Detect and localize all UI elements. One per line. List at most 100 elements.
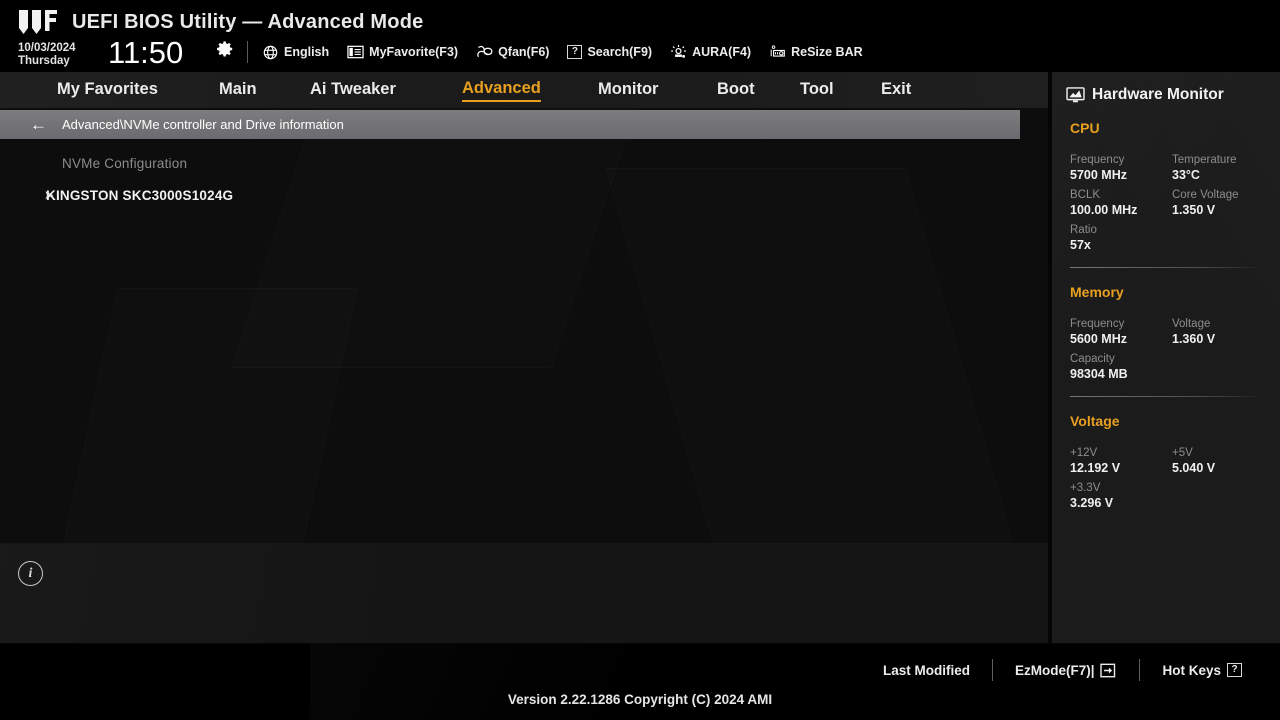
monitor-icon [1066, 87, 1085, 103]
cpu-bclk-value: 100.00 MHz [1070, 203, 1138, 217]
language-button[interactable]: English [262, 44, 329, 60]
cpu-spacer-key [1172, 217, 1266, 236]
aura-light-icon [670, 44, 687, 60]
mem-frequency-key: Frequency [1070, 318, 1125, 330]
mem-spacer-key [1172, 346, 1266, 365]
memory-readouts: Frequency Voltage 5600 MHz 1.360 V Capac… [1070, 311, 1266, 381]
footer-bar: Last Modified EzMode(F7)| Hot Keys ? [0, 644, 1280, 720]
v12-value: 12.192 V [1070, 461, 1121, 475]
cpu-ratio-key: Ratio [1070, 224, 1097, 236]
exit-arrow-icon [1100, 663, 1117, 678]
myfavorite-label: MyFavorite(F3) [369, 45, 459, 59]
last-modified-button[interactable]: Last Modified [861, 663, 992, 678]
section-memory-title: Memory [1070, 284, 1124, 300]
v-spacer-value [1172, 494, 1266, 510]
tab-my-favorites[interactable]: My Favorites [57, 80, 158, 101]
footer-actions: Last Modified EzMode(F7)| Hot Keys ? [861, 659, 1264, 681]
cpu-spacer-value [1172, 236, 1266, 252]
footer-artwork [310, 644, 870, 720]
hardware-monitor-header: Hardware Monitor [1066, 86, 1280, 104]
last-modified-label: Last Modified [882, 662, 970, 678]
bg-shape [62, 288, 357, 543]
tab-monitor[interactable]: Monitor [598, 80, 658, 101]
cpu-core-voltage-value: 1.350 V [1172, 203, 1216, 217]
breadcrumb-path: Advanced\NVMe controller and Drive infor… [62, 117, 344, 132]
cpu-core-voltage-key: Core Voltage [1172, 189, 1239, 201]
language-label: English [284, 45, 330, 59]
v33-key: +3.3V [1070, 482, 1101, 494]
ezmode-button[interactable]: EzMode(F7)| [993, 663, 1140, 678]
resize-bar-icon [769, 44, 786, 60]
breadcrumb[interactable]: ← Advanced\NVMe controller and Drive inf… [0, 110, 1020, 139]
question-key-icon: ? [567, 45, 583, 59]
help-panel [0, 544, 1048, 643]
page-title: UEFI BIOS Utility — Advanced Mode [72, 11, 424, 33]
weekday-value: Thursday [18, 55, 70, 67]
cpu-bclk-key: BCLK [1070, 189, 1101, 201]
bg-shape [606, 168, 1015, 543]
header-divider [247, 41, 248, 63]
hardware-monitor-panel: Hardware Monitor CPU Frequency Temperatu… [1052, 72, 1280, 643]
search-label: Search(F9) [587, 45, 653, 59]
qfan-button[interactable]: Qfan(F6) [476, 44, 549, 60]
header-bar: UEFI BIOS Utility — Advanced Mode 10/03/… [0, 0, 1280, 72]
v5-key: +5V [1172, 447, 1193, 459]
cpu-frequency-value: 5700 MHz [1070, 168, 1127, 182]
tab-advanced[interactable]: Advanced [462, 79, 541, 102]
voltage-readouts: +12V +5V 12.192 V 5.040 V +3.3V 3.296 V [1070, 440, 1266, 510]
cpu-temperature-key: Temperature [1172, 154, 1237, 166]
cpu-ratio-value: 57x [1070, 238, 1091, 252]
main-menu-bar: My Favorites Main Ai Tweaker Advanced Mo… [0, 72, 1048, 108]
content-panel: NVMe Configuration ➤ KINGSTON SKC3000S10… [0, 108, 1048, 543]
back-arrow-icon[interactable]: ← [30, 116, 47, 133]
v33-value: 3.296 V [1070, 496, 1114, 510]
myfavorite-button[interactable]: MyFavorite(F3) [347, 44, 458, 60]
mem-frequency-value: 5600 MHz [1070, 332, 1127, 346]
mem-capacity-value: 98304 MB [1070, 367, 1128, 381]
mem-voltage-key: Voltage [1172, 318, 1211, 330]
tuf-shield-logo [17, 9, 59, 35]
cpu-readouts: Frequency Temperature 5700 MHz 33°C BCLK… [1070, 147, 1266, 252]
mem-spacer-value [1172, 365, 1266, 381]
aura-label: AURA(F4) [692, 45, 752, 59]
resize-bar-button[interactable]: ReSize BAR [769, 44, 863, 60]
tab-exit[interactable]: Exit [881, 80, 911, 101]
hwm-divider-1 [1070, 267, 1256, 268]
list-window-icon [347, 44, 364, 60]
header-tool-row: English MyFavorite(F3) Qfan(F6) ? Search… [262, 42, 863, 62]
date-value: 10/03/2024 [18, 42, 76, 54]
qfan-label: Qfan(F6) [498, 45, 550, 59]
globe-icon [262, 44, 279, 60]
tab-boot[interactable]: Boot [717, 80, 755, 101]
v12-key: +12V [1070, 447, 1098, 459]
section-voltage-title: Voltage [1070, 413, 1120, 429]
hotkeys-button[interactable]: Hot Keys ? [1140, 663, 1264, 678]
nvme-configuration-label: NVMe Configuration [62, 155, 188, 171]
clock-display: 11:50 [108, 35, 184, 70]
bios-screen: UEFI BIOS Utility — Advanced Mode 10/03/… [0, 0, 1280, 720]
cpu-temperature-value: 33°C [1172, 168, 1200, 182]
date-display: 10/03/2024 Thursday [18, 42, 76, 68]
resize-bar-label: ReSize BAR [791, 45, 863, 59]
tab-tool[interactable]: Tool [800, 80, 834, 101]
list-item-kingston-drive[interactable]: ➤ KINGSTON SKC3000S1024G [0, 179, 1048, 211]
tab-main[interactable]: Main [219, 80, 257, 101]
hwm-divider-2 [1070, 396, 1256, 397]
v-spacer-key [1172, 475, 1266, 494]
mem-capacity-key: Capacity [1070, 353, 1115, 365]
tab-ai-tweaker[interactable]: Ai Tweaker [310, 80, 396, 101]
search-button[interactable]: ? Search(F9) [567, 45, 652, 59]
v5-value: 5.040 V [1172, 461, 1216, 475]
gear-icon[interactable] [216, 40, 234, 58]
section-cpu-title: CPU [1070, 120, 1100, 136]
selection-arrow-icon: ➤ [44, 188, 55, 202]
info-circle-icon[interactable]: i [18, 561, 43, 586]
question-key-icon: ? [1227, 663, 1242, 677]
aura-button[interactable]: AURA(F4) [670, 44, 751, 60]
fan-icon [476, 44, 493, 60]
kingston-drive-label: KINGSTON SKC3000S1024G [46, 187, 234, 203]
settings-list: NVMe Configuration ➤ KINGSTON SKC3000S10… [0, 147, 1048, 211]
ezmode-label: EzMode(F7)| [1014, 662, 1095, 678]
bios-version-text: Version 2.22.1286 Copyright (C) 2024 AMI [507, 692, 773, 707]
cpu-frequency-key: Frequency [1070, 154, 1125, 166]
